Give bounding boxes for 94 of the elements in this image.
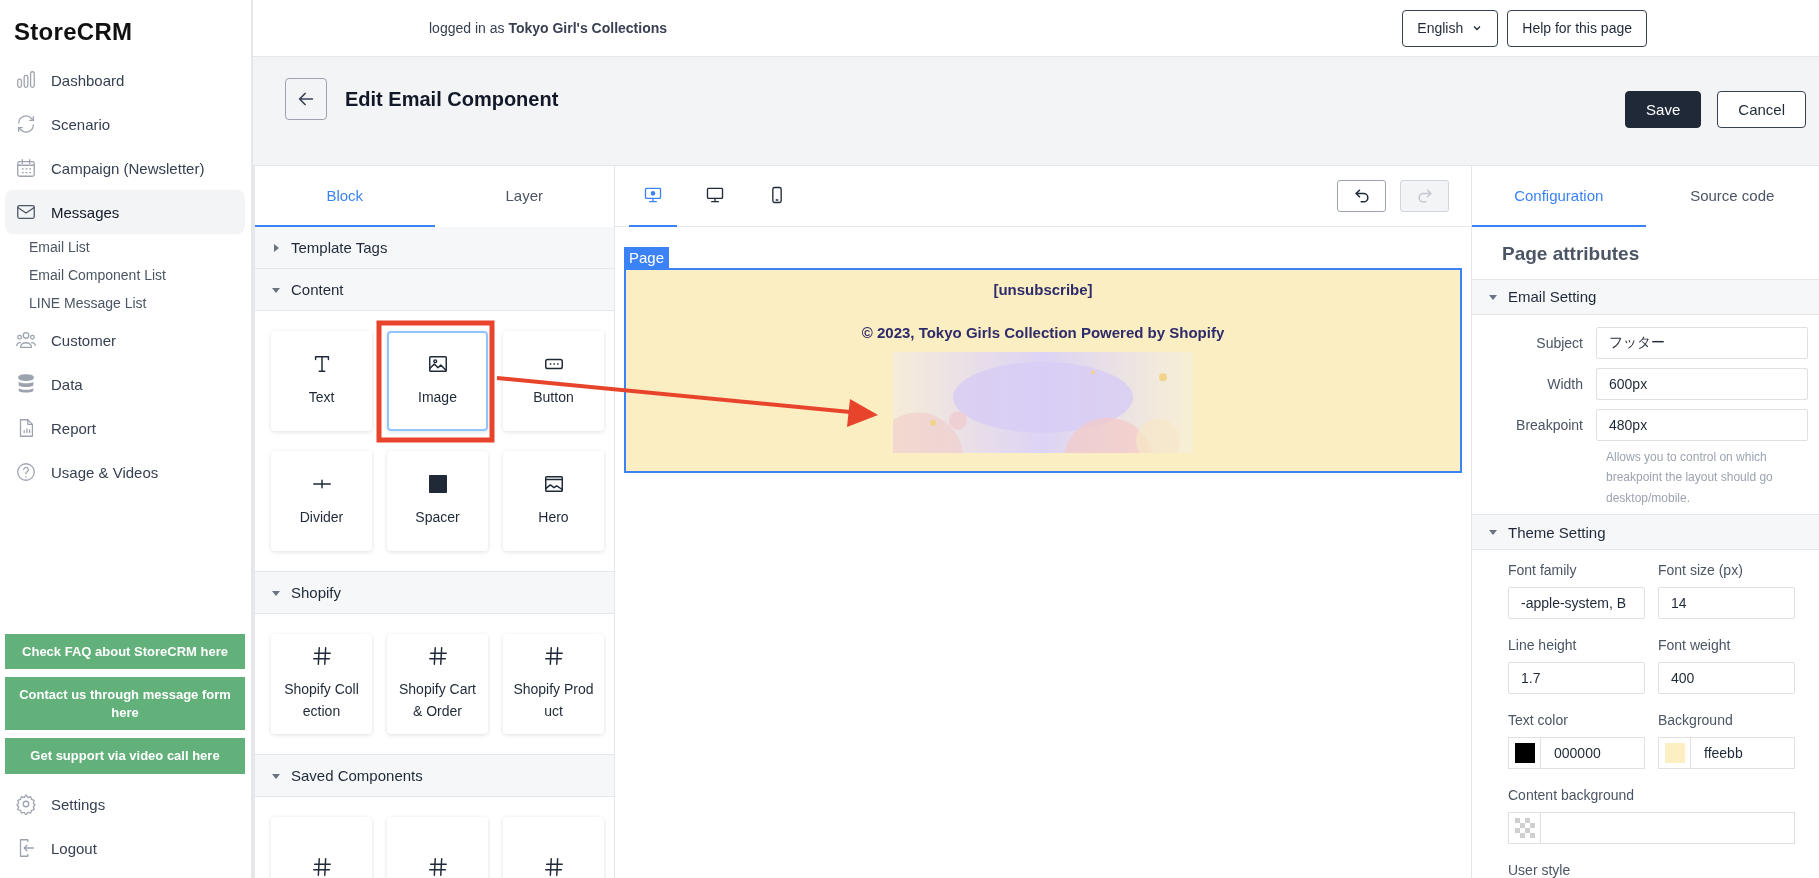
color-field[interactable]: ffeebb [1658,737,1795,769]
users-icon [15,329,37,351]
block-label: Shopify Cart & Order [397,680,477,721]
block-tile[interactable]: Spacer [387,451,488,551]
sidebar-item[interactable]: Logout [5,826,245,870]
sidebar-subitem[interactable]: LINE Message List [5,290,245,318]
field-label: Font weight [1658,637,1732,653]
transparent-swatch [1514,818,1535,838]
block-tile[interactable]: Shopify Product [503,634,604,734]
language-dropdown[interactable]: English [1402,9,1499,47]
sidebar-item[interactable]: Scenario [5,102,245,146]
database-icon [15,373,37,395]
block-tile[interactable]: Divider [271,451,372,551]
page-label: Page [624,247,670,268]
sidebar-item[interactable]: Usage & Videos [5,450,245,494]
sidebar-item[interactable]: Dashboard [5,58,245,102]
sidebar-item[interactable]: Customer [5,318,245,362]
square-icon [426,473,449,496]
block-label: Text [307,388,336,408]
field-label: Content background [1508,787,1636,803]
field-label: Background [1658,712,1734,728]
section-header[interactable]: Template Tags [255,227,614,269]
cancel-button[interactable]: Cancel [1717,90,1806,128]
block-tile[interactable]: Image [387,331,488,431]
monitor-icon [705,185,725,205]
hash-icon [310,645,333,668]
field-label: Subject [1535,334,1584,351]
color-field[interactable] [1508,812,1795,844]
input-field[interactable]: 1.7 [1508,662,1645,694]
email-page[interactable]: [unsubscribe] © 2023, Tokyo Girls Collection Powered by Shopify [624,268,1462,473]
help-button[interactable]: Help for this page [1507,9,1647,47]
block-label: Hero [537,508,570,528]
section-title: Email Setting [1508,288,1597,306]
hash-icon [310,856,333,878]
undo-button[interactable] [1337,180,1386,212]
section-header[interactable]: Saved Components [255,755,614,797]
sync-icon [15,113,37,135]
login-status: logged in as Tokyo Girl's Collections [429,20,668,36]
settings-icon [15,793,37,815]
field-label: User style [1508,862,1572,878]
block-tile[interactable]: Shopify Cart & Order [387,634,488,734]
footer-text: [unsubscribe] [993,280,1093,299]
hash-icon [426,856,449,878]
section-title: Shopify [291,584,342,601]
hash-icon [542,645,565,668]
section-title: Content [291,281,344,298]
save-button[interactable]: Save [1625,90,1702,128]
sidebar-subitem[interactable]: Email List [5,234,245,262]
app-logo: StoreCRM [13,17,134,47]
field-label: Line height [1508,637,1578,653]
block-label: Image [417,388,458,408]
sidebar-item[interactable]: Settings [5,782,245,826]
sidebar-item[interactable]: Messages [5,190,245,234]
footer-text: © 2023, Tokyo Girls Collection Powered by Shopify [861,323,1225,342]
input-field[interactable]: フッター [1596,326,1808,359]
hint-text: Allows you to control on which breakpoint the layout should go desktop/mobile. [1606,448,1774,507]
sidebar-item[interactable]: Campaign (Newsletter) [5,146,245,190]
page-title: Edit Email Component [345,87,559,111]
section-title: Template Tags [291,239,388,256]
desktop-icon [643,185,663,205]
input-field[interactable]: 400 [1658,662,1795,694]
field-label: Font family [1508,562,1578,578]
block-tile[interactable]: Shopify Collection [271,634,372,734]
panel-heading: Page attributes [1501,242,1641,266]
field-label: Text color [1508,712,1569,728]
block-tile[interactable]: Text [271,331,372,431]
input-field[interactable]: 480px [1596,408,1808,441]
block-label: Divider [298,508,345,528]
section-title: Saved Components [291,767,423,784]
field-label: Font size (px) [1658,562,1744,578]
hash-icon [426,645,449,668]
input-field[interactable]: -apple-system, B [1508,587,1645,619]
block-tile[interactable]: Button [503,331,604,431]
section-header[interactable]: Content [255,269,614,311]
hash-icon [542,856,565,878]
block-label: Spacer [414,508,461,528]
help-icon [15,461,37,483]
sidebar-item[interactable]: Report [5,406,245,450]
field-label: Breakpoint [1515,416,1584,433]
sidebar-subitem[interactable]: Email Component List [5,262,245,290]
calendar-icon [15,157,37,179]
section-title: Theme Setting [1508,523,1606,541]
input-field[interactable]: 14 [1658,587,1795,619]
block-label: Shopify Product [512,680,595,721]
sidebar-item[interactable]: Data [5,362,245,406]
section-header[interactable]: Shopify [255,572,614,614]
color-field[interactable]: 000000 [1508,737,1645,769]
field-label: Width [1546,375,1584,392]
input-field[interactable]: 600px [1596,367,1808,400]
block-tile[interactable]: Hero [503,451,604,551]
block-label: Shopify Collection [283,680,360,721]
back-button[interactable] [285,78,327,120]
bar-chart-icon [15,69,37,91]
block-label: Button [532,388,575,408]
